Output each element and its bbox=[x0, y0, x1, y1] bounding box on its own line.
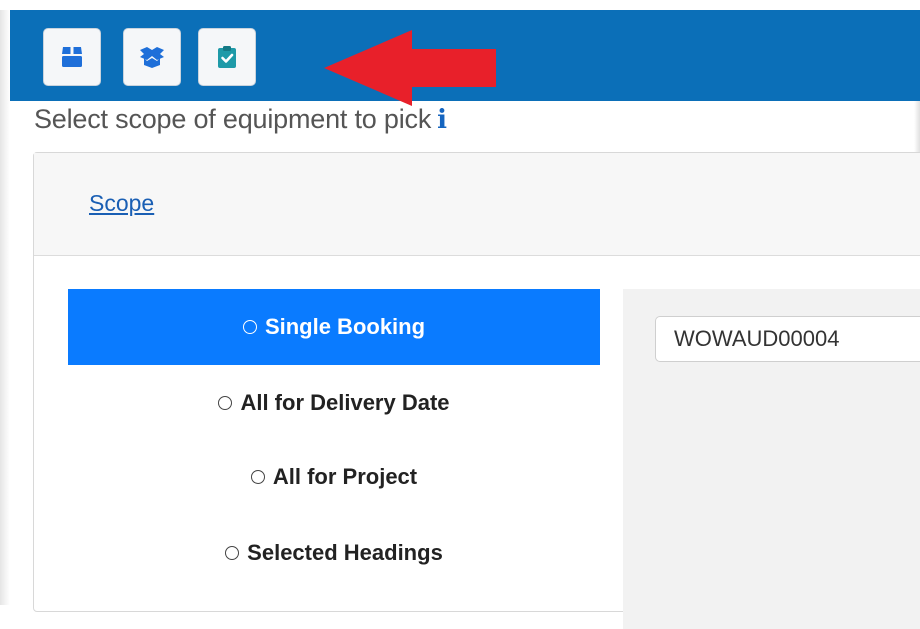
option-single-booking[interactable]: Single Booking bbox=[68, 289, 600, 365]
clipboard-check-icon bbox=[217, 45, 237, 69]
radio-icon bbox=[225, 546, 240, 560]
option-label: All for Delivery Date bbox=[240, 390, 450, 415]
page-heading: Select scope of equipment to pick i bbox=[34, 104, 447, 135]
radio-icon bbox=[218, 396, 233, 410]
option-all-for-delivery-date[interactable]: All for Delivery Date bbox=[68, 365, 600, 441]
open-box-button[interactable] bbox=[123, 28, 181, 86]
open-box-icon bbox=[138, 46, 166, 68]
package-icon bbox=[60, 46, 84, 68]
option-all-for-project[interactable]: All for Project bbox=[68, 439, 600, 515]
scope-tab-link[interactable]: Scope bbox=[89, 190, 154, 217]
radio-icon bbox=[242, 320, 257, 334]
red-arrow-icon bbox=[324, 30, 496, 111]
scope-panel: Scope Single Booking All for Delivery Da… bbox=[33, 152, 920, 629]
window-shadow-left bbox=[0, 10, 10, 605]
package-button[interactable] bbox=[43, 28, 101, 86]
radio-icon bbox=[250, 470, 265, 484]
option-label: Single Booking bbox=[264, 314, 426, 339]
booking-detail-area bbox=[623, 289, 920, 629]
panel-header: Scope bbox=[34, 153, 920, 256]
clipboard-check-button[interactable] bbox=[198, 28, 256, 86]
option-selected-headings[interactable]: Selected Headings bbox=[68, 515, 600, 591]
top-toolbar bbox=[10, 10, 920, 106]
option-label: All for Project bbox=[272, 464, 418, 489]
info-icon[interactable]: i bbox=[437, 105, 447, 135]
booking-number-input[interactable] bbox=[655, 316, 920, 362]
option-label: Selected Headings bbox=[247, 540, 443, 565]
page-title: Select scope of equipment to pick bbox=[34, 104, 432, 134]
